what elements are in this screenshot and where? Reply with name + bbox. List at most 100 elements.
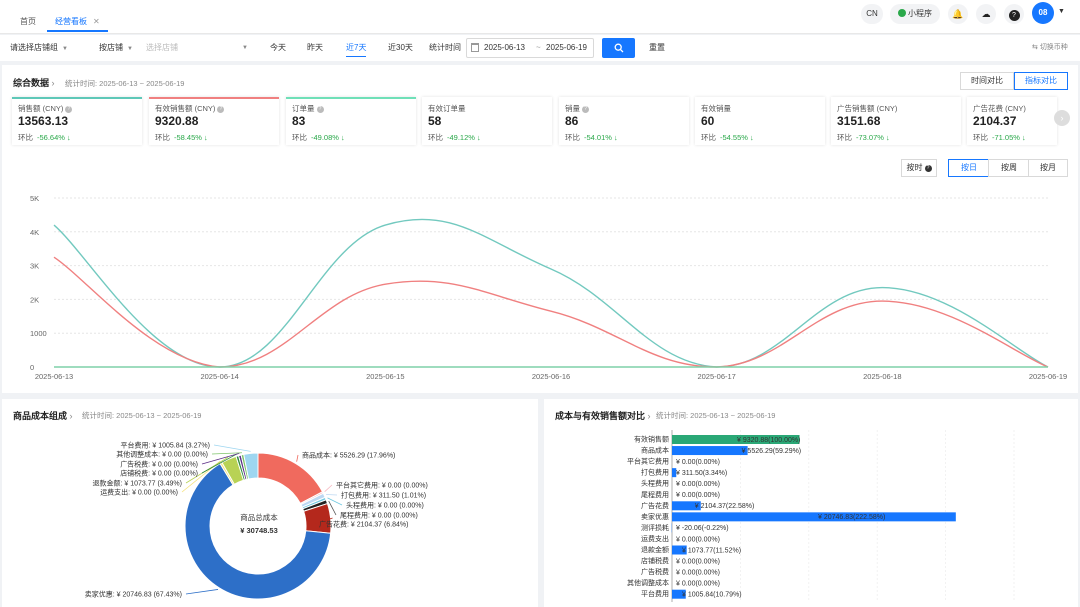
metric-card[interactable]: 有效销售额 (CNY)? 9320.88 环比 -58.45% ↓ — [149, 97, 279, 145]
question-icon[interactable]: ? — [65, 106, 73, 113]
cloud-download-icon[interactable]: ☁ — [976, 4, 996, 24]
bar[interactable] — [672, 512, 956, 522]
metric-compare-button[interactable]: 指标对比 — [1014, 72, 1068, 90]
tab-home[interactable]: 首页 — [12, 12, 44, 32]
metric-card[interactable]: 销量? 86 环比 -54.01% ↓ — [559, 97, 689, 145]
metric-label: 有效销售额 (CNY)? — [155, 103, 225, 114]
question-icon[interactable]: ? — [582, 106, 589, 113]
date-start: 2025-06-13 — [484, 43, 525, 52]
granularity-hour-label: 按时 — [906, 163, 923, 172]
bar-value-label: ¥ 20746.83(222.58%) — [818, 514, 885, 521]
series-line[interactable] — [53, 218, 1049, 368]
slice-label: 广告花费: ¥ 2104.37 (6.84%) — [319, 520, 409, 529]
tab-dashboard[interactable]: 经营看板 ✕ — [47, 12, 108, 32]
metric-compare-label: 环比 — [292, 133, 307, 142]
bar-value-label: ¥ 5526.29(59.29%) — [742, 448, 802, 455]
close-icon[interactable]: ✕ — [93, 17, 100, 26]
metric-card[interactable]: 销售额 (CNY)? 13563.13 环比 -56.64% ↓ — [12, 97, 142, 145]
quick-yesterday[interactable]: 昨天 — [307, 39, 323, 57]
metric-compare: 环比 -71.05% ↓ — [973, 132, 1026, 143]
metric-label-text: 有效订单量 — [428, 104, 466, 113]
avatar-caret-icon[interactable]: ▼ — [1058, 8, 1065, 15]
slice-label: 运费支出: ¥ 0.00 (0.00%) — [100, 488, 178, 497]
next-arrow-icon[interactable]: › — [1054, 110, 1070, 126]
slice-label: 店铺税费: ¥ 0.00 (0.00%) — [120, 469, 198, 478]
calendar-icon — [471, 43, 479, 52]
quick-30days[interactable]: 近30天 — [388, 39, 413, 57]
stat-time-label: 统计时间 — [429, 43, 461, 52]
help-icon[interactable]: ? — [1004, 4, 1024, 24]
metric-compare-value: -54.55% ↓ — [720, 133, 754, 142]
granularity-month[interactable]: 按月 — [1028, 159, 1068, 177]
question-icon[interactable]: ? — [217, 106, 225, 113]
bar-category-label: 退款金额 — [641, 545, 669, 554]
metric-compare-value: -56.64% ↓ — [37, 133, 71, 142]
metric-value: 86 — [565, 114, 579, 128]
metric-label-text: 有效销售额 (CNY) — [155, 104, 216, 113]
date-end: 2025-06-19 — [546, 43, 587, 52]
search-button[interactable] — [602, 38, 635, 58]
chevron-right-icon[interactable]: › — [648, 411, 651, 421]
bar-value-label: ¥ 0.00(0.00%) — [676, 481, 720, 488]
metric-card[interactable]: 有效订单量 58 环比 -49.12% ↓ — [422, 97, 552, 145]
bar-value-label: ¥ 311.50(3.34%) — [676, 470, 727, 477]
metric-label: 有效销量 — [701, 103, 731, 114]
time-compare-button[interactable]: 时间对比 — [960, 72, 1014, 90]
store-select[interactable]: 选择店铺 ▼ — [146, 39, 250, 57]
by-store-select[interactable]: 按店铺 ▼ — [99, 39, 139, 57]
metric-value: 9320.88 — [155, 114, 199, 128]
slice-label: 打包费用: ¥ 311.50 (1.01%) — [341, 491, 426, 500]
avatar[interactable]: 08 — [1032, 2, 1054, 24]
metric-label: 广告销售额 (CNY) — [837, 103, 897, 114]
tab-dashboard-label: 经营看板 — [55, 17, 87, 26]
bar-category-label: 店铺税费 — [641, 556, 669, 565]
switch-currency-button[interactable]: ⇆ 切换币种 — [1032, 39, 1068, 57]
trend-line-chart: 0 1000 2K 3K 4K 5K 2025-06-13 2025-06-14 2025-06… — [30, 194, 1067, 381]
by-store-value: 按店铺 — [99, 43, 123, 52]
metric-label-text: 广告销售额 (CNY) — [837, 104, 898, 113]
slice-label: 尾程费用: ¥ 0.00 (0.00%) — [340, 511, 418, 520]
date-range-picker[interactable]: 2025-06-13 ~ 2025-06-19 — [466, 38, 594, 58]
quick-7days[interactable]: 近7天 — [346, 39, 367, 57]
bar-value-label: ¥ 0.00(0.00%) — [676, 492, 720, 499]
metric-card[interactable]: 订单量? 83 环比 -49.08% ↓ — [286, 97, 416, 145]
bar-value-label: ¥ -20.06(-0.22%) — [676, 525, 729, 532]
metric-card[interactable]: 广告销售额 (CNY) 3151.68 环比 -73.07% ↓ — [831, 97, 961, 145]
store-group-select[interactable]: 请选择店铺组 ▼ — [10, 39, 80, 57]
metric-compare-label: 环比 — [837, 133, 852, 142]
metric-card[interactable]: 有效销量 60 环比 -54.55% ↓ — [695, 97, 825, 145]
summary-subtitle: 统计时间: 2025-06-13 ~ 2025-06-19 — [65, 79, 185, 88]
chevron-right-icon[interactable]: › — [52, 78, 55, 88]
slice-leader-line — [213, 444, 251, 452]
bar[interactable] — [672, 446, 748, 456]
donut-center-value: ¥ 30748.53 — [240, 526, 278, 535]
quick-today[interactable]: 今天 — [270, 39, 286, 57]
reset-button[interactable]: 重置 — [649, 39, 665, 57]
bell-icon[interactable]: 🔔 — [948, 4, 968, 24]
bar-category-label: 其他调整成本 — [627, 578, 669, 587]
tab-home-label: 首页 — [20, 17, 36, 26]
metric-compare-value: -71.05% ↓ — [992, 133, 1026, 142]
slice-label: 其他调整成本: ¥ 0.00 (0.00%) — [116, 450, 208, 459]
granularity-day[interactable]: 按日 — [948, 159, 990, 177]
chevron-down-icon: ▼ — [242, 45, 248, 51]
metric-card[interactable]: 广告花费 (CNY) 2104.37 环比 -71.05% ↓ — [967, 97, 1057, 145]
miniapp-button[interactable]: 小程序 — [890, 4, 940, 24]
metric-compare: 环比 -49.12% ↓ — [428, 132, 481, 143]
donut-slice[interactable] — [257, 452, 324, 505]
question-icon[interactable]: ? — [316, 106, 324, 113]
series-line[interactable] — [53, 256, 1049, 368]
bar-category-label: 头程费用 — [641, 479, 669, 488]
metric-compare-label: 环比 — [18, 133, 33, 142]
y-tick-label: 2K — [30, 295, 39, 304]
slice-label: 平台其它费用: ¥ 0.00 (0.00%) — [336, 481, 428, 490]
metric-compare-value: -73.07% ↓ — [856, 133, 890, 142]
bar-value-label: ¥ 0.00(0.00%) — [676, 459, 720, 466]
chevron-right-icon[interactable]: › — [70, 411, 73, 421]
granularity-week[interactable]: 按周 — [988, 159, 1030, 177]
language-button[interactable]: CN — [861, 4, 883, 24]
bar-value-label: ¥ 0.00(0.00%) — [676, 536, 720, 543]
x-tick-label: 2025-06-18 — [863, 372, 901, 381]
granularity-hour[interactable]: 按时? — [901, 159, 937, 177]
donut-center-label: 商品总成本 — [240, 513, 278, 522]
